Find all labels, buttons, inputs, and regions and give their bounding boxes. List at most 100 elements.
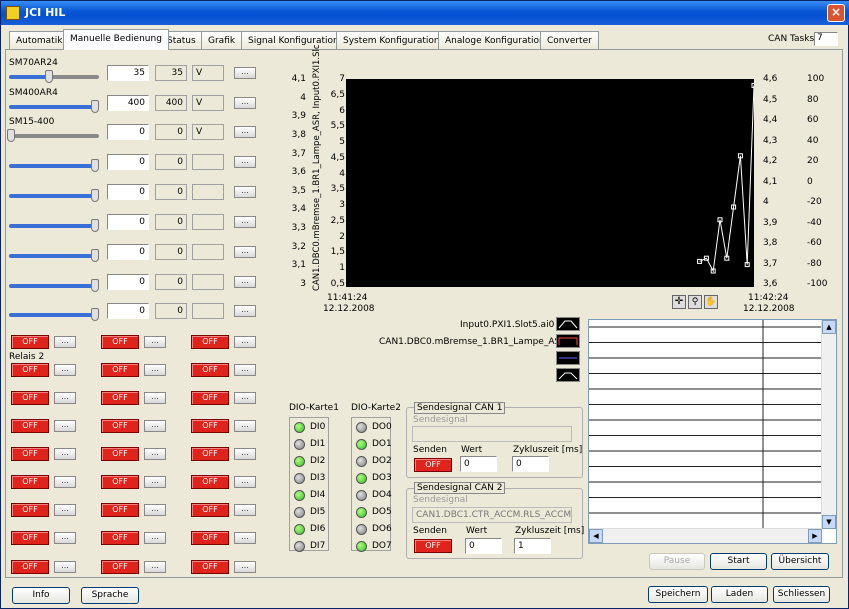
relais-options-button[interactable]: ... bbox=[144, 561, 166, 573]
close-button[interactable]: × bbox=[827, 4, 845, 22]
analog-slider[interactable] bbox=[9, 279, 99, 292]
can2-senden-toggle[interactable]: OFF bbox=[414, 539, 452, 553]
relais-options-button[interactable]: ... bbox=[144, 504, 166, 516]
relais-options-button[interactable]: ... bbox=[54, 392, 76, 404]
relais-off-toggle[interactable]: OFF bbox=[11, 503, 49, 517]
legend-plot-icon-3[interactable] bbox=[556, 351, 580, 365]
relais-off-toggle[interactable]: OFF bbox=[191, 391, 229, 405]
relais-off-toggle[interactable]: OFF bbox=[191, 531, 229, 545]
speichern-button[interactable]: Speichern bbox=[648, 586, 708, 603]
relais-off-toggle[interactable]: OFF bbox=[101, 475, 139, 489]
relais-off-toggle[interactable]: OFF bbox=[101, 391, 139, 405]
slider-knob[interactable] bbox=[7, 129, 15, 142]
can1-wert-input[interactable]: 0 bbox=[460, 456, 497, 472]
relais-off-toggle[interactable]: OFF bbox=[11, 335, 49, 349]
can-tasks-value[interactable]: 7 bbox=[814, 32, 838, 46]
analog-slider[interactable] bbox=[9, 70, 99, 83]
relais-off-toggle[interactable]: OFF bbox=[191, 335, 229, 349]
relais-off-toggle[interactable]: OFF bbox=[11, 391, 49, 405]
relais-off-toggle[interactable]: OFF bbox=[11, 447, 49, 461]
tab-grafik[interactable]: Grafik bbox=[201, 31, 243, 49]
analog-set-input[interactable]: 0 bbox=[107, 214, 149, 230]
schliessen-button[interactable]: Schliessen bbox=[773, 586, 830, 603]
slider-knob[interactable] bbox=[91, 308, 99, 321]
analog-options-button[interactable]: ... bbox=[234, 305, 256, 317]
analog-set-input[interactable]: 0 bbox=[107, 303, 149, 319]
relais-options-button[interactable]: ... bbox=[234, 392, 256, 404]
slider-knob[interactable] bbox=[91, 279, 99, 292]
slider-knob[interactable] bbox=[91, 249, 99, 262]
analog-options-button[interactable]: ... bbox=[234, 246, 256, 258]
analog-slider[interactable] bbox=[9, 189, 99, 202]
can1-zyklus-input[interactable]: 0 bbox=[512, 456, 549, 472]
scroll-up-icon[interactable]: ▲ bbox=[822, 320, 836, 334]
legend-plot-icon-4[interactable] bbox=[556, 368, 580, 382]
relais-options-button[interactable]: ... bbox=[144, 392, 166, 404]
relais-off-toggle[interactable]: OFF bbox=[101, 419, 139, 433]
relais-off-toggle[interactable]: OFF bbox=[11, 560, 49, 574]
relais-options-button[interactable]: ... bbox=[234, 476, 256, 488]
relais-options-button[interactable]: ... bbox=[54, 561, 76, 573]
relais-options-button[interactable]: ... bbox=[54, 336, 76, 348]
laden-button[interactable]: Laden bbox=[711, 586, 768, 603]
analog-set-input[interactable]: 0 bbox=[107, 244, 149, 260]
analog-slider[interactable] bbox=[9, 219, 99, 232]
relais-off-toggle[interactable]: OFF bbox=[191, 475, 229, 489]
relais-options-button[interactable]: ... bbox=[144, 364, 166, 376]
tab-automatik[interactable]: Automatik bbox=[9, 31, 70, 49]
relais-options-button[interactable]: ... bbox=[234, 336, 256, 348]
can2-zyklus-input[interactable]: 1 bbox=[514, 538, 551, 554]
relais-options-button[interactable]: ... bbox=[234, 504, 256, 516]
relais-options-button[interactable]: ... bbox=[54, 504, 76, 516]
analog-options-button[interactable]: ... bbox=[234, 156, 256, 168]
tab-system-konfiguration[interactable]: System Konfiguration bbox=[336, 31, 447, 49]
slider-knob[interactable] bbox=[91, 189, 99, 202]
relais-options-button[interactable]: ... bbox=[54, 476, 76, 488]
relais-off-toggle[interactable]: OFF bbox=[101, 560, 139, 574]
analog-set-input[interactable]: 400 bbox=[107, 95, 149, 111]
relais-options-button[interactable]: ... bbox=[234, 448, 256, 460]
slider-knob[interactable] bbox=[91, 100, 99, 113]
tab-manuelle-bedienung[interactable]: Manuelle Bedienung bbox=[63, 29, 169, 50]
analog-slider[interactable] bbox=[9, 308, 99, 321]
signal-list-box[interactable]: ▲ ▼ ◀ ▶ bbox=[588, 319, 837, 544]
relais-options-button[interactable]: ... bbox=[234, 420, 256, 432]
relais-options-button[interactable]: ... bbox=[234, 561, 256, 573]
relais-options-button[interactable]: ... bbox=[144, 532, 166, 544]
relais-off-toggle[interactable]: OFF bbox=[11, 419, 49, 433]
analog-options-button[interactable]: ... bbox=[234, 216, 256, 228]
slider-knob[interactable] bbox=[44, 70, 53, 83]
relais-options-button[interactable]: ... bbox=[144, 476, 166, 488]
relais-options-button[interactable]: ... bbox=[144, 448, 166, 460]
can1-senden-toggle[interactable]: OFF bbox=[414, 458, 452, 472]
start-button[interactable]: Start bbox=[710, 553, 767, 570]
analog-slider[interactable] bbox=[9, 100, 99, 113]
relais-off-toggle[interactable]: OFF bbox=[191, 560, 229, 574]
crosshair-icon[interactable]: ✛ bbox=[672, 295, 686, 309]
analog-options-button[interactable]: ... bbox=[234, 67, 256, 79]
pan-hand-icon[interactable]: ✋ bbox=[704, 295, 718, 309]
analog-options-button[interactable]: ... bbox=[234, 97, 256, 109]
info-button[interactable]: Info bbox=[12, 587, 70, 604]
relais-options-button[interactable]: ... bbox=[54, 420, 76, 432]
vertical-scrollbar[interactable]: ▲ ▼ bbox=[821, 320, 836, 529]
relais-off-toggle[interactable]: OFF bbox=[11, 475, 49, 489]
relais-options-button[interactable]: ... bbox=[54, 364, 76, 376]
analog-slider[interactable] bbox=[9, 159, 99, 172]
can1-signal-field[interactable] bbox=[412, 426, 572, 442]
analog-options-button[interactable]: ... bbox=[234, 186, 256, 198]
relais-off-toggle[interactable]: OFF bbox=[191, 363, 229, 377]
analog-options-button[interactable]: ... bbox=[234, 276, 256, 288]
relais-options-button[interactable]: ... bbox=[144, 336, 166, 348]
can2-wert-input[interactable]: 0 bbox=[465, 538, 502, 554]
relais-off-toggle[interactable]: OFF bbox=[101, 363, 139, 377]
tab-signal-konfiguration[interactable]: Signal Konfiguration bbox=[241, 31, 346, 49]
relais-off-toggle[interactable]: OFF bbox=[191, 503, 229, 517]
analog-options-button[interactable]: ... bbox=[234, 126, 256, 138]
tab-converter[interactable]: Converter bbox=[540, 31, 599, 49]
can2-signal-field[interactable]: CAN1.DBC1.CTR_ACCM.RLS_ACCM bbox=[412, 507, 572, 523]
pause-button[interactable]: Pause bbox=[649, 553, 705, 570]
relais-off-toggle[interactable]: OFF bbox=[101, 503, 139, 517]
relais-off-toggle[interactable]: OFF bbox=[101, 335, 139, 349]
slider-knob[interactable] bbox=[91, 159, 99, 172]
